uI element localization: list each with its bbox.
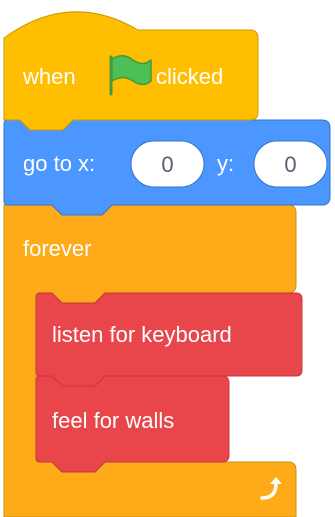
script-canvas: forever listen for keyboard feel for wal… bbox=[3, 11, 331, 517]
when-label: when bbox=[22, 64, 76, 89]
y-value: 0 bbox=[284, 152, 296, 177]
x-value: 0 bbox=[161, 152, 173, 177]
listen-for-keyboard-block[interactable]: listen for keyboard bbox=[35, 292, 303, 387]
go-to-x-label: go to x: bbox=[23, 151, 95, 176]
clicked-label: clicked bbox=[156, 64, 223, 89]
go-to-xy-block[interactable]: go to x: 0 y: 0 bbox=[3, 119, 331, 216]
listen-for-keyboard-label: listen for keyboard bbox=[52, 322, 232, 347]
when-flag-clicked-block[interactable]: when clicked bbox=[3, 11, 259, 131]
feel-for-walls-label: feel for walls bbox=[52, 408, 174, 433]
y-label: y: bbox=[217, 151, 234, 176]
feel-for-walls-block[interactable]: feel for walls bbox=[35, 375, 230, 473]
forever-label: forever bbox=[23, 236, 91, 261]
x-input[interactable]: 0 bbox=[130, 140, 205, 188]
y-input[interactable]: 0 bbox=[253, 140, 328, 188]
